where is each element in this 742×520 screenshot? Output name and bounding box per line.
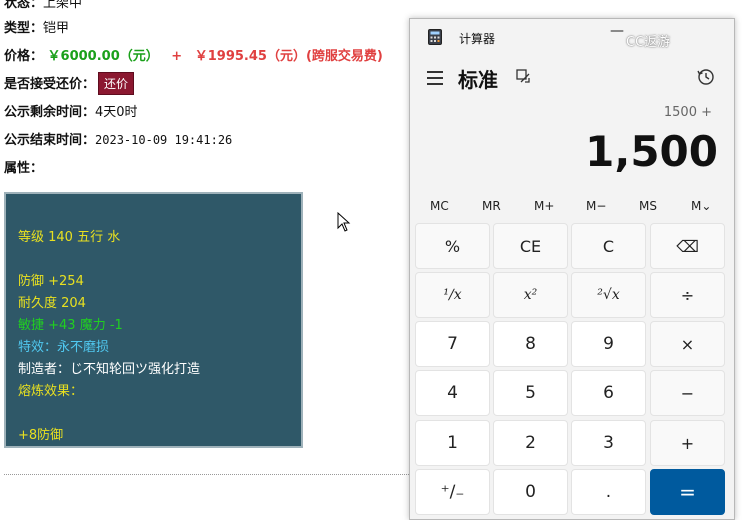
equals-button[interactable]: = <box>650 469 725 515</box>
digit-8-button[interactable]: 8 <box>493 321 568 367</box>
item-smelt-label: 熔炼效果： <box>18 384 84 399</box>
digit-3-button[interactable]: 3 <box>571 420 646 466</box>
end-time-row: 公示结束时间：2023-10-09 19:41:26 <box>4 129 232 148</box>
type-value: 铠甲 <box>43 21 70 36</box>
result-display: 1,500 <box>585 127 718 176</box>
remain-value: 4天0时 <box>95 105 138 120</box>
price-plus: + <box>171 49 183 64</box>
price-row: 价格： ￥6000.00（元） + ￥1995.45（元）(跨服交易费) <box>4 45 383 64</box>
item-smelt-value: +8防御 <box>18 428 64 443</box>
digit-9-button[interactable]: 9 <box>571 321 646 367</box>
item-maker: 制造者：じ不知轮回ツ强化打造 <box>18 362 201 377</box>
digit-2-button[interactable]: 2 <box>493 420 568 466</box>
item-attributes-panel: 等级 140 五行 水 防御 +254 耐久度 204 敏捷 +43 魔力 -1… <box>4 192 303 448</box>
digit-4-button[interactable]: 4 <box>415 370 490 416</box>
digit-1-button[interactable]: 1 <box>415 420 490 466</box>
item-special: 特效：永不磨损 <box>18 340 110 355</box>
memory-subtract-button[interactable]: M− <box>586 199 606 213</box>
item-durability: 耐久度 204 <box>18 296 86 311</box>
calculator-window: 计算器 — CC返游 标准 1500 + 1,500 MC MR M+ M− M… <box>409 18 735 520</box>
type-label: 类型： <box>4 21 44 36</box>
remain-label: 公示剩余时间： <box>4 105 96 120</box>
minimize-icon[interactable]: — <box>610 23 624 39</box>
price-fee: ￥1995.45（元）(跨服交易费) <box>194 49 383 64</box>
item-agility: 敏捷 +43 魔力 -1 <box>18 318 123 333</box>
menu-icon[interactable] <box>427 71 443 89</box>
memory-list-button[interactable]: M⌄ <box>691 199 711 213</box>
expression-display: 1500 + <box>663 105 712 120</box>
attributes-row: 属性： <box>4 157 43 176</box>
mode-title: 标准 <box>458 68 498 92</box>
memory-clear-button[interactable]: MC <box>430 199 449 213</box>
calculator-title: 计算器 <box>459 32 496 46</box>
memory-row: MC MR M+ M− MS M⌄ <box>418 199 728 221</box>
status-value: 上架中 <box>43 0 83 11</box>
remain-row: 公示剩余时间：4天0时 <box>4 101 138 120</box>
digit-6-button[interactable]: 6 <box>571 370 646 416</box>
end-time-label: 公示结束时间： <box>4 133 96 148</box>
item-level: 等级 140 五行 水 <box>18 230 121 245</box>
subtract-button[interactable]: − <box>650 370 725 416</box>
add-button[interactable]: + <box>650 420 725 466</box>
clear-button[interactable]: C <box>571 223 646 269</box>
reciprocal-button[interactable]: ¹∕x <box>415 272 490 318</box>
negate-button[interactable]: ⁺∕₋ <box>415 469 490 515</box>
divider <box>4 474 409 475</box>
calculator-app-icon <box>428 29 442 45</box>
keep-on-top-icon[interactable] <box>516 69 530 83</box>
price-main: ￥6000.00（元） <box>47 49 159 64</box>
type-row: 类型：铠甲 <box>4 17 69 36</box>
memory-recall-button[interactable]: MR <box>482 199 501 213</box>
decimal-button[interactable]: . <box>571 469 646 515</box>
price-label: 价格： <box>4 49 44 64</box>
memory-add-button[interactable]: M+ <box>534 199 554 213</box>
status-label: 状态： <box>4 0 44 11</box>
digit-5-button[interactable]: 5 <box>493 370 568 416</box>
end-time-value: 2023-10-09 19:41:26 <box>95 133 233 147</box>
status-row: 状态：上架中 <box>4 0 82 11</box>
counter-offer-button[interactable]: 还价 <box>98 72 135 95</box>
history-icon[interactable] <box>697 68 715 86</box>
backspace-button[interactable]: ⌫ <box>650 223 725 269</box>
digit-7-button[interactable]: 7 <box>415 321 490 367</box>
memory-store-button[interactable]: MS <box>639 199 657 213</box>
counter-offer-row: 是否接受还价： 还价 <box>4 72 135 95</box>
square-button[interactable]: x² <box>493 272 568 318</box>
attributes-label: 属性： <box>4 161 44 176</box>
item-defense: 防御 +254 <box>18 274 84 289</box>
percent-button[interactable]: % <box>415 223 490 269</box>
watermark: CC返游 <box>626 35 671 50</box>
multiply-button[interactable]: × <box>650 321 725 367</box>
clear-entry-button[interactable]: CE <box>493 223 568 269</box>
digit-0-button[interactable]: 0 <box>493 469 568 515</box>
mouse-cursor-icon <box>337 212 351 232</box>
square-root-button[interactable]: ²√x <box>571 272 646 318</box>
counter-offer-label: 是否接受还价： <box>4 77 96 92</box>
divide-button[interactable]: ÷ <box>650 272 725 318</box>
calculator-titlebar[interactable]: 计算器 — CC返游 <box>410 19 734 55</box>
